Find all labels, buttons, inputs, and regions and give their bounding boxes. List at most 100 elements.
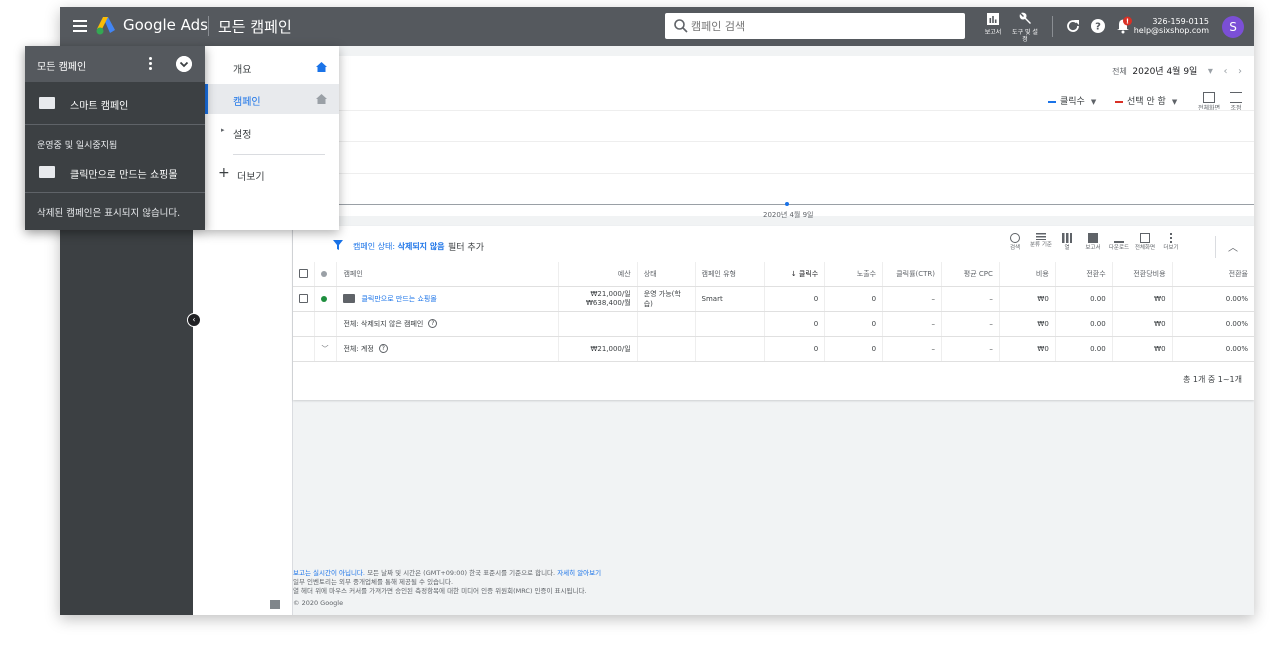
previous-period-chevron-icon[interactable]: ‹ [1223,66,1227,77]
metric-selector-2[interactable]: 선택 안 함 ▼ [1115,94,1177,107]
collapse-table-chevron-icon[interactable]: ︿ [1228,239,1238,254]
tools-settings-button[interactable]: 도구 및 설정 [1012,12,1038,43]
help-icon[interactable]: ? [1090,18,1106,34]
nav-item-overview[interactable]: 개요 [205,52,339,82]
nav-item-settings[interactable]: ▸ 설정 [205,117,339,147]
smart-campaign-item[interactable]: 스마트 캠페인 [25,89,205,117]
column-header[interactable]: 전환수 [1055,262,1113,287]
row-checkbox-cell[interactable] [293,286,316,312]
column-header[interactable]: 상태 [637,262,696,287]
divider [1052,16,1053,37]
campaign-picker-header[interactable]: 모든 캠페인 [25,46,205,82]
reports-button[interactable]: 보고서 [983,12,1003,36]
nav-item-campaigns[interactable]: 캠페인 [205,84,339,114]
expand-cell[interactable]: ﹀ [314,336,338,362]
main-content: 전체 2020년 4월 9일 ▾ ‹ › 클릭수 ▼ 선택 안 함 ▼ 전체화면 조… [293,46,1254,615]
download-icon [1114,233,1124,243]
help-icon[interactable]: ? [428,319,438,328]
column-header[interactable]: 캠페인 [336,262,559,287]
divider [1215,236,1216,258]
column-header[interactable]: 예산 [558,262,638,287]
chart-adjust-label: 조정 [1230,105,1242,112]
select-all-checkbox[interactable] [299,269,308,279]
column-header[interactable]: 전환율 [1172,262,1254,287]
column-header[interactable]: 노출수 [824,262,884,287]
impressions-cell: 0 [824,311,884,337]
budget-cell[interactable]: ₩21,000/일 ₩638,400/월 [558,286,638,312]
row-checkbox[interactable] [299,294,308,303]
filter-icon[interactable] [333,240,343,250]
metric-selector-1[interactable]: 클릭수 ▼ [1048,94,1096,107]
avatar[interactable]: S [1222,16,1244,38]
account-email: help@sixshop.com [1133,26,1209,35]
dropdown-caret-icon[interactable]: ▾ [1208,66,1213,77]
campaign-item[interactable]: 클릭만으로 만드는 쇼핑몰 [25,158,205,186]
status-column-header [314,262,338,287]
segment-button[interactable]: 분류 기준 [1027,233,1055,249]
clicks-cell: 0 [764,311,826,337]
feedback-icon[interactable] [270,600,280,609]
hamburger-menu-icon[interactable] [71,17,89,35]
columns-icon [1062,233,1072,243]
campaign-name-link[interactable]: 클릭만으로 만드는 쇼핑몰 [361,295,436,303]
chevron-down-icon[interactable]: ﹀ [321,345,328,353]
column-header[interactable]: 클릭률(CTR) [882,262,943,287]
chevron-down-icon[interactable] [176,56,192,72]
more-vert-icon[interactable] [147,55,153,73]
search-input[interactable] [691,16,951,36]
account-info[interactable]: 326-159-0115 help@sixshop.com [1134,17,1209,35]
campaign-search[interactable] [665,13,965,39]
column-header[interactable]: 비용 [999,262,1056,287]
filter-prefix: 캠페인 상태: [353,242,396,251]
table-tool-label: 검색 [1009,245,1021,251]
download-button[interactable]: 다운로드 [1105,233,1133,252]
svg-text:?: ? [1095,22,1101,33]
date-range-value[interactable]: 2020년 4월 9일 [1132,67,1197,77]
more-options-button[interactable]: 더보기 [1157,233,1185,252]
cost-per-conversion-cell: ₩0 [1112,286,1173,312]
add-filter-button[interactable]: 필터 추가 [448,240,484,253]
avg-cpc-cell: – [941,311,1000,337]
more-menu-button[interactable]: + 더보기 [205,159,339,189]
sorted-column-header[interactable]: ↓ 클릭수 [764,262,826,287]
table-search-button[interactable]: 검색 [1001,233,1029,252]
brand-name[interactable]: Google Ads [123,16,208,34]
columns-button[interactable]: 열 [1053,233,1081,252]
deleted-campaigns-note: 삭제된 캠페인은 표시되지 않습니다. [37,208,181,219]
avg-cpc-cell: – [941,336,1000,362]
home-icon[interactable] [316,94,327,104]
metric-1-label: 클릭수 [1060,97,1085,107]
ctr-cell: – [882,286,943,312]
realtime-note-link[interactable]: 보고는 실시간이 아닙니다. [293,569,365,577]
date-range-selector[interactable]: 전체 2020년 4월 9일 ▾ ‹ › [1112,64,1242,77]
google-ads-logo-icon[interactable] [95,16,117,36]
status-filter-chip[interactable]: 캠페인 상태: 삭제되지 않음 [353,241,445,252]
home-icon[interactable] [316,62,327,72]
table-tool-label: 보고서 [1085,245,1101,251]
row-status-cell[interactable] [314,286,338,312]
select-all-checkbox-cell[interactable] [293,262,316,287]
metric-2-label: 선택 안 함 [1127,97,1166,107]
notification-bell-icon[interactable]: ! [1115,16,1133,34]
collapse-sidebar-chevron-icon[interactable]: ‹ [187,313,201,327]
column-header[interactable]: 캠페인 유형 [695,262,766,287]
chart-gridline [293,173,1254,174]
table-fullscreen-button[interactable]: 전체화면 [1131,233,1159,252]
filter-value: 삭제되지 않음 [397,242,445,251]
column-header[interactable]: 평균 CPC [941,262,1000,287]
chart-gridline [293,141,1254,142]
sort-arrow-icon: ↓ [790,269,797,278]
plus-icon: + [218,165,230,181]
search-icon [674,19,688,33]
refresh-icon[interactable] [1065,18,1081,34]
enabled-status-dot-icon[interactable] [321,295,328,302]
help-icon[interactable]: ? [378,344,388,353]
account-id: 326-159-0115 [1152,17,1209,26]
impressions-cell: 0 [824,336,884,362]
learn-more-link[interactable]: 자세히 알아보기 [557,569,601,577]
table-reports-button[interactable]: 보고서 [1079,233,1107,252]
nav-item-label: 설정 [233,130,252,141]
search-icon [1010,233,1020,243]
next-period-chevron-icon[interactable]: › [1238,66,1242,77]
column-header[interactable]: 전환당비용 [1112,262,1173,287]
